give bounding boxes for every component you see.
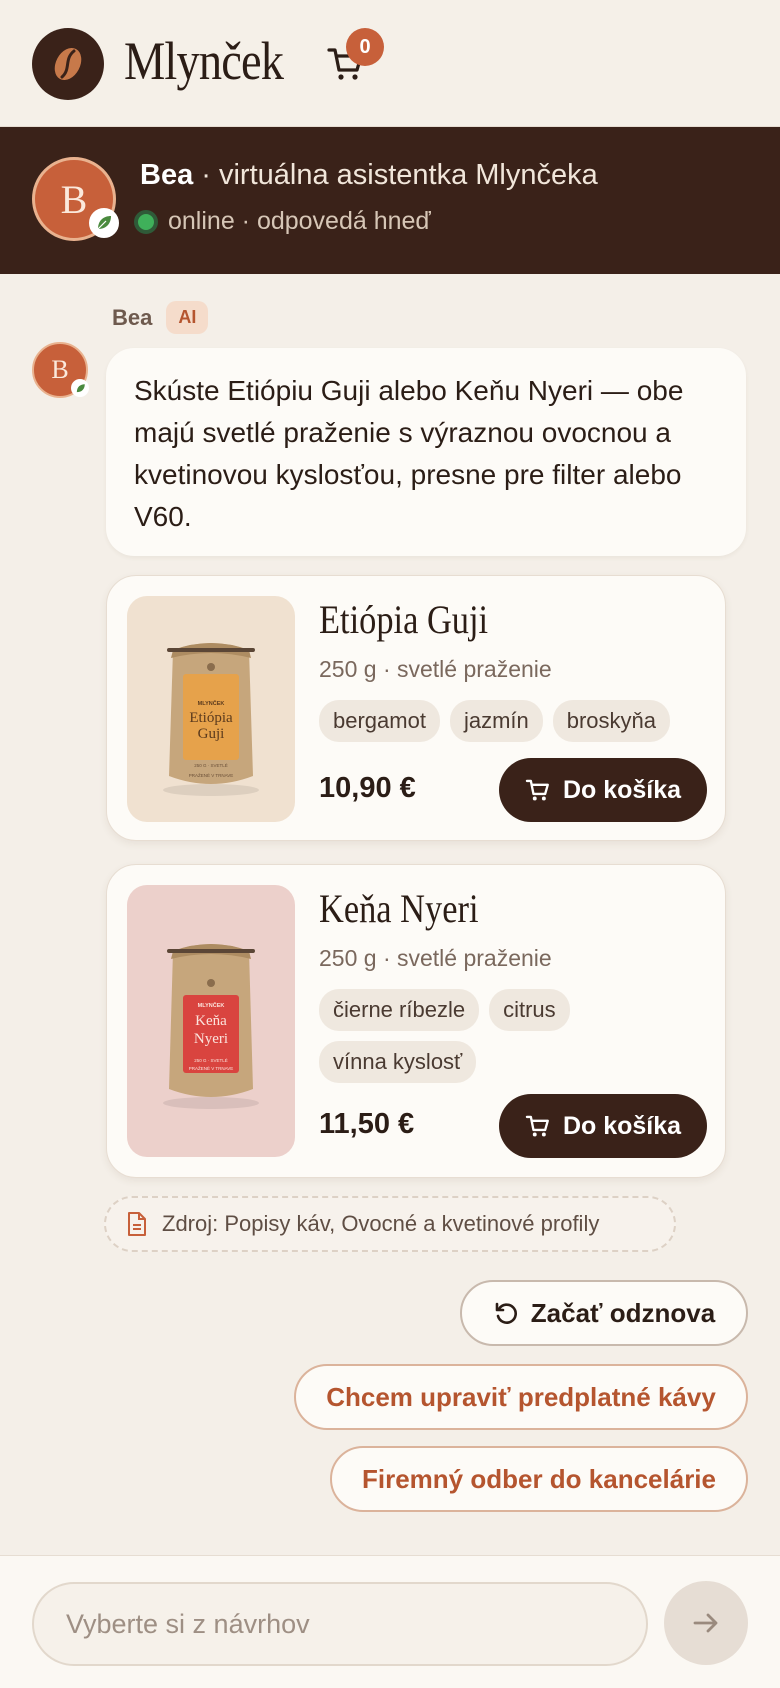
online-dot-icon [134,209,158,234]
composer [0,1555,780,1688]
add-to-cart-button[interactable]: Do košíka [499,758,707,822]
restart-button[interactable]: Začať odznova [460,1280,748,1346]
top-bar: Mlynček 0 [0,0,780,127]
flavor-tag: čierne ríbezle [319,989,480,1031]
product-card: MLYNČEK Keňa Nyeri 250 G · SVETLÉ PRAŽEN… [106,864,726,1178]
source-text: Zdroj: Popisy káv, Ovocné a kvetinové pr… [162,1211,600,1236]
flavor-tag: jazmín [449,700,543,742]
flavor-tag: citrus [489,989,570,1031]
product-image: MLYNČEK Keňa Nyeri 250 G · SVETLÉ PRAŽEN… [127,885,295,1157]
avatar-letter: B [51,355,69,384]
product-image: MLYNČEK Etiópia Guji 250 G · SVETLÉ PRAŽ… [127,596,295,822]
send-button[interactable] [664,1581,748,1665]
message-avatar: B [32,342,89,398]
pack-foot-2: PRAŽENÉ V TRNAVE [189,1064,234,1071]
source-citation[interactable]: Zdroj: Popisy káv, Ovocné a kvetinové pr… [104,1196,676,1252]
cart-icon [525,779,549,801]
pack-brand: MLYNČEK [198,1002,225,1009]
message-sender: Bea AI [112,301,209,334]
add-to-cart-label: Do košíka [562,775,682,804]
avatar-letter: B [60,176,88,222]
restart-label: Začať odznova [530,1297,716,1328]
pack-foot-1: 250 G · SVETLÉ [194,1057,228,1063]
product-price: 11,50 € [319,1108,415,1140]
product-name[interactable]: Etiópia Guji [319,596,488,643]
status-text: online · odpovedá hneď [168,207,431,235]
product-card: MLYNČEK Etiópia Guji 250 G · SVETLÉ PRAŽ… [106,575,726,841]
product-meta: 250 g · svetlé praženie [319,945,552,971]
ai-badge: AI [166,301,209,334]
logo[interactable] [32,28,104,100]
assistant-avatar: B [32,157,119,241]
flavor-tag: vínna kyslosť [319,1041,477,1083]
assistant-header: B Bea · virtuálna asistentka Mlynčeka on… [0,127,780,274]
pack-line-2: Guji [198,726,225,742]
pack-foot-2: PRAŽENÉ V TRNAVE [189,771,234,778]
pack-line-1: Keňa [195,1013,227,1029]
sender-name: Bea [112,304,153,330]
cart-count-badge: 0 [346,28,384,66]
suggestion-chip[interactable]: Firemný odber do kancelárie [330,1446,748,1512]
pack-line-2: Nyeri [194,1031,228,1047]
assistant-name: Bea [140,159,194,191]
leaf-icon [89,208,119,238]
flavor-tag: broskyňa [552,700,671,742]
assistant-title: Bea · virtuálna asistentka Mlynčeka [140,159,598,192]
pack-foot-1: 250 G · SVETLÉ [194,762,228,768]
product-tags: bergamot jazmín broskyňa [319,700,709,742]
product-meta: 250 g · svetlé praženie [319,656,552,682]
leaf-icon [71,379,89,397]
product-price: 10,90 € [319,772,416,804]
coffee-bean-icon [54,47,82,81]
add-to-cart-label: Do košíka [562,1111,682,1140]
pack-line-1: Etiópia [189,710,233,726]
flavor-tag: bergamot [319,700,440,742]
add-to-cart-button[interactable]: Do košíka [499,1094,707,1158]
product-tags: čierne ríbezle citrus vínna kyslosť [319,989,709,1083]
message-bubble: Skúste Etiópiu Guji alebo Keňu Nyeri — o… [106,348,746,556]
cart-icon [525,1115,549,1137]
brand-name: Mlynček [124,31,284,91]
pack-brand: MLYNČEK [198,700,225,707]
message-input[interactable] [32,1582,648,1666]
assistant-status: online · odpovedá hneď [134,207,431,236]
arrow-right-icon [693,1613,718,1633]
product-name[interactable]: Keňa Nyeri [319,885,479,932]
document-icon [128,1212,146,1236]
refresh-icon [495,1302,517,1324]
assistant-role: · virtuálna asistentka Mlynčeka [193,159,598,191]
suggestion-chip[interactable]: Chcem upraviť predplatné kávy [294,1364,748,1430]
